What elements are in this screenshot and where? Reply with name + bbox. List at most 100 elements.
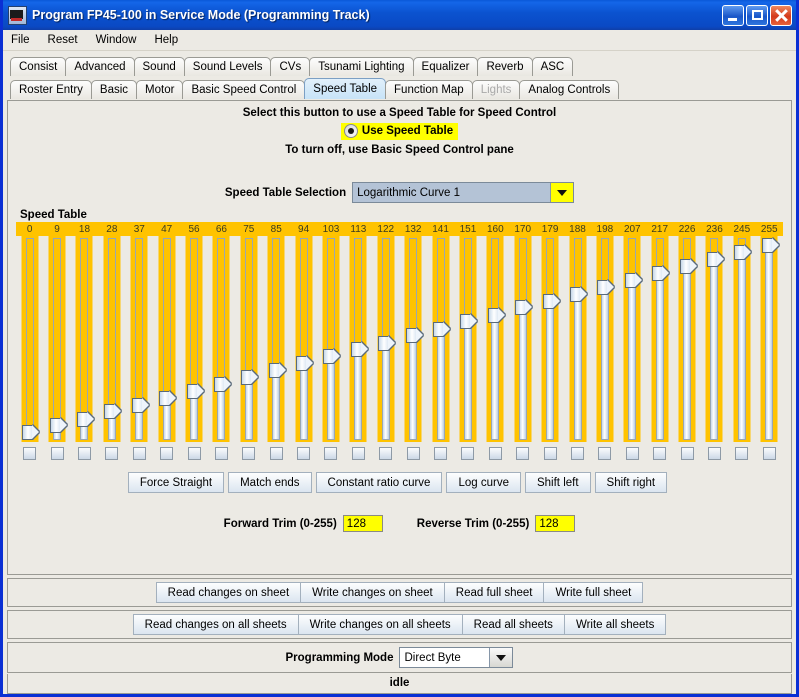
all-sheet-button-read-changes-on-all-sheets[interactable]: Read changes on all sheets <box>132 614 298 635</box>
close-button[interactable] <box>770 4 792 26</box>
slider-checkbox[interactable] <box>379 447 393 460</box>
slider-thumb[interactable] <box>49 418 67 434</box>
slider-thumb[interactable] <box>296 356 314 372</box>
speed-slider[interactable] <box>295 236 314 442</box>
slider-thumb[interactable] <box>323 349 341 365</box>
speed-slider[interactable] <box>459 236 478 442</box>
slider-checkbox[interactable] <box>50 447 64 460</box>
speed-slider[interactable] <box>21 236 40 442</box>
slider-thumb[interactable] <box>706 251 724 267</box>
maximize-button[interactable] <box>746 4 768 26</box>
all-sheet-button-write-changes-on-all-sheets[interactable]: Write changes on all sheets <box>297 614 462 635</box>
speed-slider[interactable] <box>322 236 341 442</box>
slider-thumb[interactable] <box>131 397 149 413</box>
speed-slider[interactable] <box>569 236 587 442</box>
speed-slider[interactable] <box>158 236 177 442</box>
tab-analog-controls[interactable]: Analog Controls <box>519 80 620 99</box>
speed-slider[interactable] <box>377 236 396 442</box>
slider-thumb[interactable] <box>515 300 533 316</box>
tab-tsunami-lighting[interactable]: Tsunami Lighting <box>309 57 414 76</box>
slider-checkbox[interactable] <box>735 447 749 460</box>
slider-thumb[interactable] <box>350 342 368 358</box>
slider-thumb[interactable] <box>487 307 505 323</box>
use-speed-table-radio[interactable]: Use Speed Table <box>340 123 459 140</box>
slider-checkbox[interactable] <box>132 447 146 460</box>
tab-motor[interactable]: Motor <box>136 80 184 99</box>
slider-thumb[interactable] <box>76 411 94 427</box>
tab-reverb[interactable]: Reverb <box>477 57 533 76</box>
forward-trim-input[interactable]: 128 <box>342 515 383 532</box>
curve-button-constant-ratio-curve[interactable]: Constant ratio curve <box>315 472 443 493</box>
speed-slider[interactable] <box>624 236 642 442</box>
tab-asc[interactable]: ASC <box>531 57 574 76</box>
tab-equalizer[interactable]: Equalizer <box>412 57 479 76</box>
speed-slider[interactable] <box>240 236 259 442</box>
menu-item-window[interactable]: Window <box>96 34 137 46</box>
tab-advanced[interactable]: Advanced <box>65 57 135 76</box>
speed-slider[interactable] <box>405 236 423 442</box>
speed-slider[interactable] <box>733 236 752 442</box>
speed-slider[interactable] <box>514 236 533 442</box>
slider-checkbox[interactable] <box>160 447 174 460</box>
speed-slider[interactable] <box>213 236 231 442</box>
speed-slider[interactable] <box>432 236 451 442</box>
slider-thumb[interactable] <box>460 314 478 330</box>
speed-slider[interactable] <box>186 236 204 442</box>
slider-checkbox[interactable] <box>105 447 119 460</box>
speed-slider[interactable] <box>596 236 615 442</box>
slider-checkbox[interactable] <box>707 447 721 460</box>
slider-thumb[interactable] <box>597 279 615 295</box>
tab-roster-entry[interactable]: Roster Entry <box>10 80 92 99</box>
slider-thumb[interactable] <box>570 287 587 303</box>
slider-thumb[interactable] <box>186 383 204 399</box>
slider-thumb[interactable] <box>405 328 423 344</box>
curve-button-shift-right[interactable]: Shift right <box>594 472 668 493</box>
slider-thumb[interactable] <box>433 321 451 337</box>
curve-button-log-curve[interactable]: Log curve <box>446 472 521 493</box>
slider-checkbox[interactable] <box>269 447 283 460</box>
speed-slider[interactable] <box>706 236 724 442</box>
speed-slider[interactable] <box>103 236 122 442</box>
slider-checkbox[interactable] <box>77 447 91 460</box>
speed-slider[interactable] <box>76 236 94 442</box>
all-sheet-button-write-all-sheets[interactable]: Write all sheets <box>563 614 667 635</box>
slider-checkbox[interactable] <box>351 447 365 460</box>
slider-checkbox[interactable] <box>324 447 338 460</box>
slider-checkbox[interactable] <box>297 447 311 460</box>
menu-item-file[interactable]: File <box>11 34 30 46</box>
sheet-button-read-changes-on-sheet[interactable]: Read changes on sheet <box>155 582 301 603</box>
menu-item-reset[interactable]: Reset <box>48 34 78 46</box>
slider-checkbox[interactable] <box>543 447 557 460</box>
slider-checkbox[interactable] <box>598 447 612 460</box>
slider-checkbox[interactable] <box>406 447 420 460</box>
slider-thumb[interactable] <box>268 362 286 378</box>
speed-slider[interactable] <box>542 236 560 442</box>
slider-checkbox[interactable] <box>680 447 694 460</box>
speed-table-selection-combo[interactable]: Logarithmic Curve 1 <box>352 182 575 203</box>
speed-slider[interactable] <box>268 236 286 442</box>
speed-slider[interactable] <box>131 236 149 442</box>
speed-slider[interactable] <box>49 236 67 442</box>
tab-function-map[interactable]: Function Map <box>385 80 473 99</box>
curve-button-match-ends[interactable]: Match ends <box>228 472 312 493</box>
curve-button-force-straight[interactable]: Force Straight <box>127 472 225 493</box>
slider-checkbox[interactable] <box>461 447 475 460</box>
slider-checkbox[interactable] <box>242 447 256 460</box>
slider-checkbox[interactable] <box>653 447 667 460</box>
slider-checkbox[interactable] <box>214 447 228 460</box>
slider-thumb[interactable] <box>624 273 642 289</box>
slider-checkbox[interactable] <box>23 447 37 460</box>
speed-slider[interactable] <box>350 236 368 442</box>
sheet-button-write-changes-on-sheet[interactable]: Write changes on sheet <box>300 582 444 603</box>
slider-thumb[interactable] <box>652 265 670 281</box>
slider-thumb[interactable] <box>104 404 122 420</box>
all-sheet-button-read-all-sheets[interactable]: Read all sheets <box>461 614 564 635</box>
programming-mode-combo[interactable]: Direct Byte <box>399 647 514 668</box>
slider-thumb[interactable] <box>761 238 779 253</box>
slider-thumb[interactable] <box>378 335 396 351</box>
slider-thumb[interactable] <box>22 425 40 440</box>
tab-basic[interactable]: Basic <box>90 80 138 99</box>
slider-thumb[interactable] <box>542 293 560 309</box>
slider-thumb[interactable] <box>734 245 752 261</box>
tab-speed-table[interactable]: Speed Table <box>304 78 387 99</box>
